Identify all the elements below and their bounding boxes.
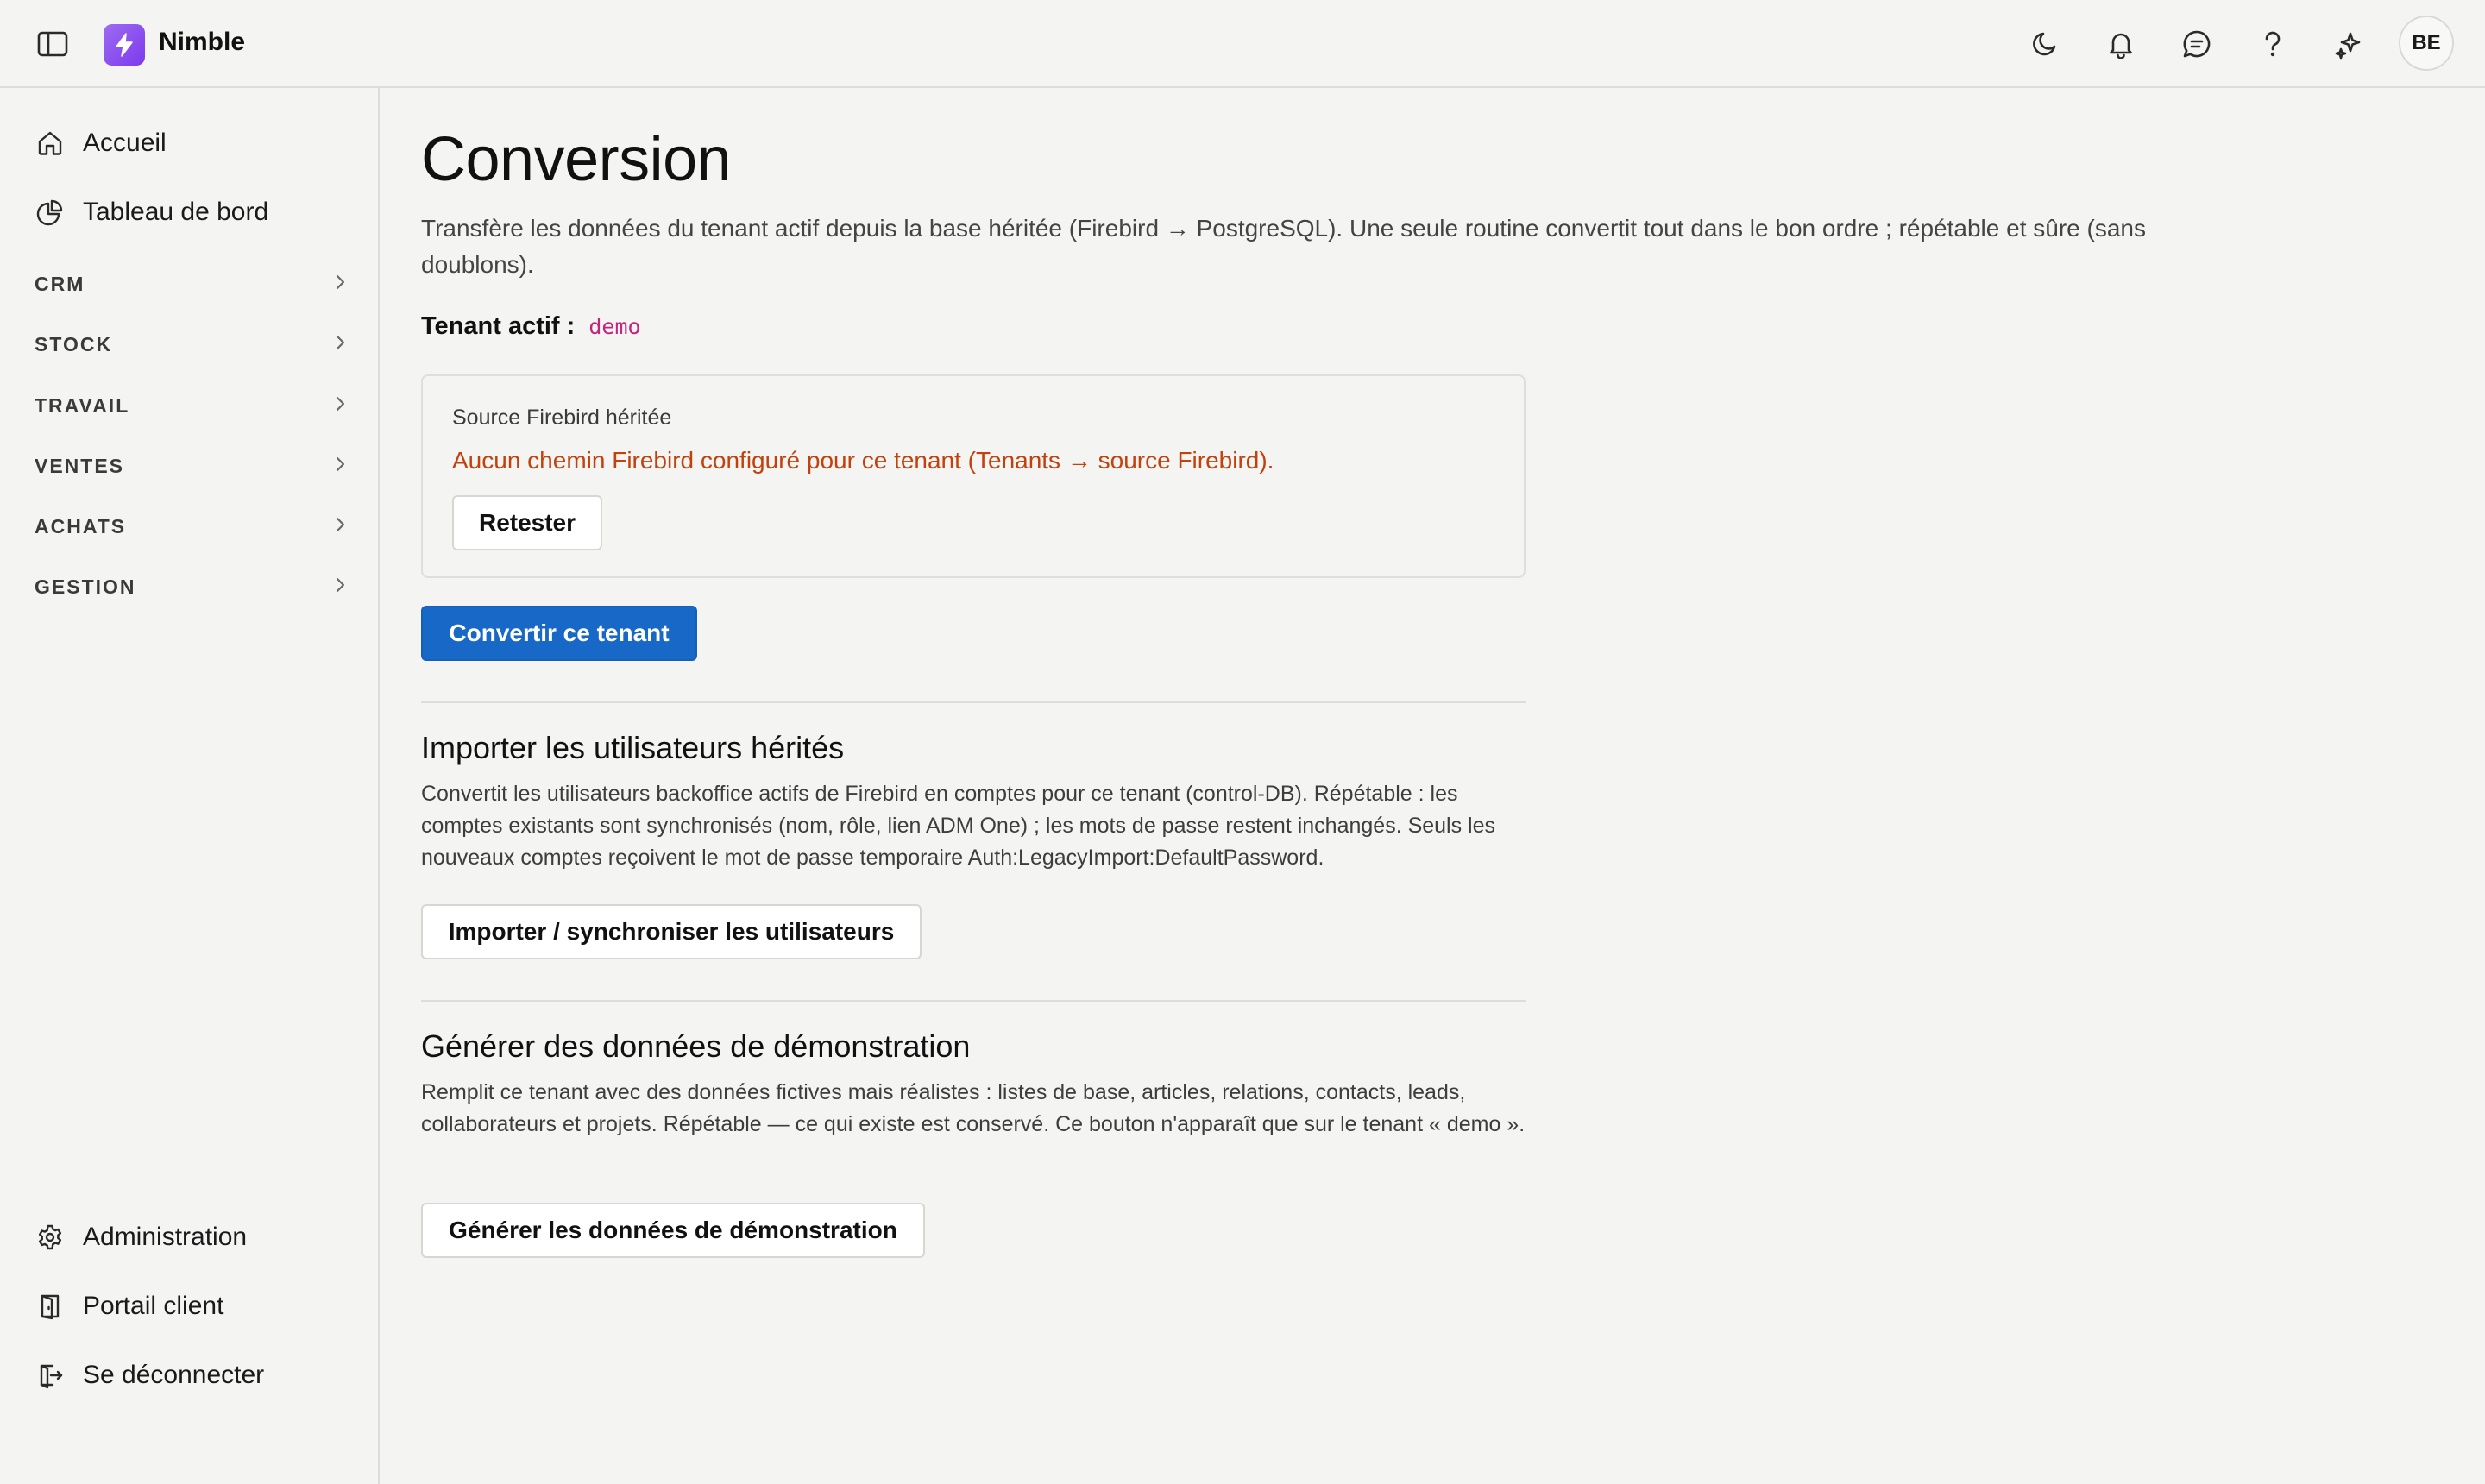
sidebar-group-label: STOCK [35,332,113,355]
moon-icon[interactable] [2026,25,2064,63]
sidebar-group-ventes[interactable]: VENTES [35,444,347,487]
import-users-title: Importer les utilisateurs hérités [421,730,845,765]
sidebar-item-label: Administration [83,1223,248,1251]
sidebar-group-label: GESTION [35,575,136,598]
section-divider [421,1000,1526,1002]
sidebar-item-portail-client[interactable]: Portail client [35,1280,354,1332]
sidebar-group-label: CRM [35,272,85,295]
import-users-button[interactable]: Importer / synchroniser les utilisateurs [421,904,922,959]
sidebar-group-label: TRAVAIL [35,393,130,417]
active-tenant: Tenant actif : demo [421,312,641,341]
sidebar-item-label: Tableau de bord [83,198,269,226]
logout-icon [35,1360,66,1391]
sidebar-item-se-deconnecter[interactable]: Se déconnecter [35,1349,354,1401]
chevron-right-icon [333,575,347,599]
help-icon[interactable] [2254,25,2292,63]
sidebar: Accueil Tableau de bord CRM STOCK TRAVAI… [0,88,380,1484]
sidebar-item-label: Se déconnecter [83,1361,265,1389]
sidebar-item-tableau-de-bord[interactable]: Tableau de bord [35,186,354,238]
gear-icon [35,1222,66,1253]
demo-data-description: Remplit ce tenant avec des données ficti… [421,1080,1526,1136]
active-tenant-label: Tenant actif : [421,312,576,340]
bell-icon[interactable] [2102,25,2140,63]
page-description: Transfère les données du tenant actif de… [421,215,2146,278]
sidebar-item-label: Portail client [83,1292,224,1320]
convert-tenant-button[interactable]: Convertir ce tenant [421,606,697,661]
sparkles-icon[interactable] [2330,25,2368,63]
sidebar-group-gestion[interactable]: GESTION [35,565,347,608]
chevron-right-icon [333,455,347,478]
sidebar-group-achats[interactable]: ACHATS [35,505,347,548]
sidebar-toggle-icon[interactable] [36,28,69,60]
firebird-source-card: Source Firebird héritée Aucun chemin Fir… [421,374,1526,578]
retest-button[interactable]: Retester [452,495,602,550]
chevron-right-icon [333,394,347,418]
demo-data-title: Générer des données de démonstration [421,1028,971,1064]
app-root: Nimble BE Accueil Tableau de bord CRM ST… [0,0,2485,1484]
import-users-description: Convertit les utilisateurs backoffice ac… [421,782,1496,870]
app-logo[interactable] [104,24,145,66]
page-title: Conversion [421,125,732,194]
top-bar: Nimble BE [0,0,2485,88]
sidebar-group-label: ACHATS [35,514,127,538]
source-card-title: Source Firebird héritée [452,406,672,430]
chevron-right-icon [333,515,347,538]
sidebar-item-administration[interactable]: Administration [35,1211,354,1263]
active-tenant-value: demo [588,314,641,339]
sidebar-group-travail[interactable]: TRAVAIL [35,384,347,427]
sidebar-item-label: Accueil [83,129,167,157]
chevron-right-icon [333,333,347,356]
sidebar-group-stock[interactable]: STOCK [35,323,347,366]
source-error-message: Aucun chemin Firebird configuré pour ce … [452,447,1274,474]
sidebar-item-accueil[interactable]: Accueil [35,117,354,169]
lightning-icon [116,33,133,57]
section-divider [421,701,1526,703]
user-avatar[interactable]: BE [2399,16,2454,71]
door-icon [35,1291,66,1322]
app-name: Nimble [159,28,246,56]
chat-icon[interactable] [2178,25,2216,63]
sidebar-group-label: VENTES [35,454,125,477]
home-icon [35,128,66,159]
generate-demo-data-button[interactable]: Générer les données de démonstration [421,1203,925,1258]
chevron-right-icon [333,273,347,296]
sidebar-group-crm[interactable]: CRM [35,262,347,305]
pie-chart-icon [35,197,66,228]
